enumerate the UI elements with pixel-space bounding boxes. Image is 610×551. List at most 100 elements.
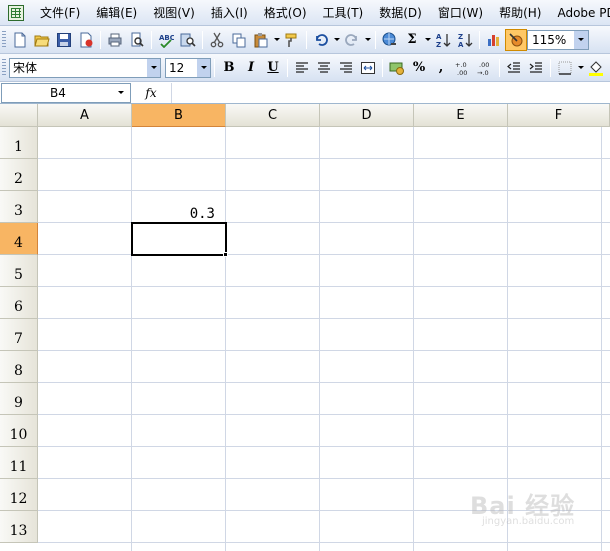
decrease-decimal-icon[interactable]: .00 →.0 (474, 57, 496, 79)
print-icon[interactable] (104, 29, 126, 51)
increase-decimal-icon[interactable]: +.0.00 (452, 57, 474, 79)
align-left-icon[interactable] (291, 57, 313, 79)
zoom-dropdown-arrow[interactable] (574, 30, 588, 49)
undo-dropdown-arrow[interactable] (332, 29, 341, 51)
svg-text:→.0: →.0 (477, 69, 489, 76)
column-header-a[interactable]: A (38, 104, 132, 127)
row-header-11[interactable]: 11 (0, 447, 38, 479)
row-header-1[interactable]: 1 (0, 127, 38, 159)
menu-edit[interactable]: 编辑(E) (88, 0, 145, 26)
font-size-dropdown-arrow[interactable] (197, 58, 210, 77)
active-cell-b4[interactable] (131, 222, 227, 256)
menu-insert[interactable]: 插入(I) (203, 0, 256, 26)
undo-icon[interactable] (310, 29, 332, 51)
toolbar-separator (375, 30, 376, 49)
toolbar-separator (214, 58, 215, 77)
cut-icon[interactable] (206, 29, 228, 51)
svg-text:A: A (458, 41, 464, 48)
print-preview-icon[interactable] (126, 29, 148, 51)
toolbar-separator (550, 58, 551, 77)
select-all-corner[interactable] (0, 104, 38, 127)
name-box[interactable]: B4 (1, 82, 131, 103)
decrease-indent-icon[interactable] (503, 57, 525, 79)
spelling-icon[interactable]: ABC (155, 29, 177, 51)
row-header-6[interactable]: 6 (0, 287, 38, 319)
paste-dropdown-arrow[interactable] (272, 29, 281, 51)
open-folder-icon[interactable] (31, 29, 53, 51)
menu-help[interactable]: 帮助(H) (491, 0, 549, 26)
autosum-icon[interactable]: Σ (401, 29, 423, 51)
menu-adobe-pdf[interactable]: Adobe PDF (549, 0, 610, 26)
row-header-10[interactable]: 10 (0, 415, 38, 447)
row-header-2[interactable]: 2 (0, 159, 38, 191)
toolbar-separator (499, 58, 500, 77)
toolbar-grip[interactable] (2, 30, 6, 49)
drawing-icon[interactable] (505, 28, 527, 51)
align-center-icon[interactable] (313, 57, 335, 79)
underline-button[interactable]: U (262, 57, 284, 79)
percent-style-button[interactable]: % (408, 57, 430, 79)
column-header-e[interactable]: E (414, 104, 508, 127)
insert-function-icon[interactable]: fx (131, 86, 171, 100)
row-header-7[interactable]: 7 (0, 319, 38, 351)
research-icon[interactable] (177, 29, 199, 51)
row-header-13[interactable]: 13 (0, 511, 38, 543)
menu-view[interactable]: 视图(V) (145, 0, 203, 26)
redo-icon[interactable] (341, 29, 363, 51)
copy-icon[interactable] (228, 29, 250, 51)
row-header-8[interactable]: 8 (0, 351, 38, 383)
chart-wizard-icon[interactable] (483, 29, 505, 51)
name-box-value: B4 (50, 85, 66, 100)
autosum-dropdown-arrow[interactable] (423, 29, 432, 51)
column-header-c[interactable]: C (226, 104, 320, 127)
row-header-4[interactable]: 4 (0, 223, 38, 255)
menu-file[interactable]: 文件(F) (32, 0, 88, 26)
bold-button[interactable]: B (218, 57, 240, 79)
toolbar-grip[interactable] (2, 58, 6, 77)
borders-dropdown-arrow[interactable] (576, 57, 585, 79)
row-header-5[interactable]: 5 (0, 255, 38, 287)
menu-format[interactable]: 格式(O) (256, 0, 315, 26)
paste-icon[interactable] (250, 29, 272, 51)
permission-icon[interactable] (75, 29, 97, 51)
font-name-dropdown-arrow[interactable] (147, 58, 160, 77)
format-painter-icon[interactable] (281, 29, 303, 51)
name-box-dropdown-arrow[interactable] (114, 84, 128, 102)
column-header-f[interactable]: F (508, 104, 610, 127)
italic-button[interactable]: I (240, 57, 262, 79)
menu-tools[interactable]: 工具(T) (315, 0, 372, 26)
column-header-b[interactable]: B (132, 104, 226, 127)
fill-handle[interactable] (223, 252, 228, 257)
standard-toolbar: ABC Σ AZ ZA 115% (0, 26, 610, 54)
sort-descending-icon[interactable]: ZA (454, 29, 476, 51)
align-right-icon[interactable] (335, 57, 357, 79)
save-disk-icon[interactable] (53, 29, 75, 51)
column-header-d[interactable]: D (320, 104, 414, 127)
sort-ascending-icon[interactable]: AZ (432, 29, 454, 51)
excel-app-icon[interactable] (8, 4, 24, 21)
merge-center-icon[interactable] (357, 57, 379, 79)
row-header-3[interactable]: 3 (0, 191, 38, 223)
toolbar-separator (100, 30, 101, 49)
menu-window[interactable]: 窗口(W) (430, 0, 491, 26)
comma-style-button[interactable]: , (430, 57, 452, 79)
increase-indent-icon[interactable] (525, 57, 547, 79)
svg-text:A: A (436, 33, 442, 41)
menu-data[interactable]: 数据(D) (371, 0, 430, 26)
font-name-combobox[interactable]: 宋体 (9, 57, 161, 78)
row-header-9[interactable]: 9 (0, 383, 38, 415)
toolbar-separator (479, 30, 480, 49)
formula-input[interactable] (171, 82, 610, 103)
new-document-icon[interactable] (9, 29, 31, 51)
toolbar-separator (306, 30, 307, 49)
zoom-combobox[interactable]: 115% (527, 29, 589, 50)
row-header-12[interactable]: 12 (0, 479, 38, 511)
font-size-combobox[interactable]: 12 (165, 57, 211, 78)
cell-b3[interactable]: 0.3 (133, 191, 215, 223)
redo-dropdown-arrow[interactable] (363, 29, 372, 51)
borders-icon[interactable] (554, 57, 576, 79)
currency-icon[interactable] (386, 57, 408, 79)
hyperlink-icon[interactable] (379, 29, 401, 51)
zoom-value: 115% (532, 32, 567, 47)
fill-color-icon[interactable] (585, 57, 607, 79)
